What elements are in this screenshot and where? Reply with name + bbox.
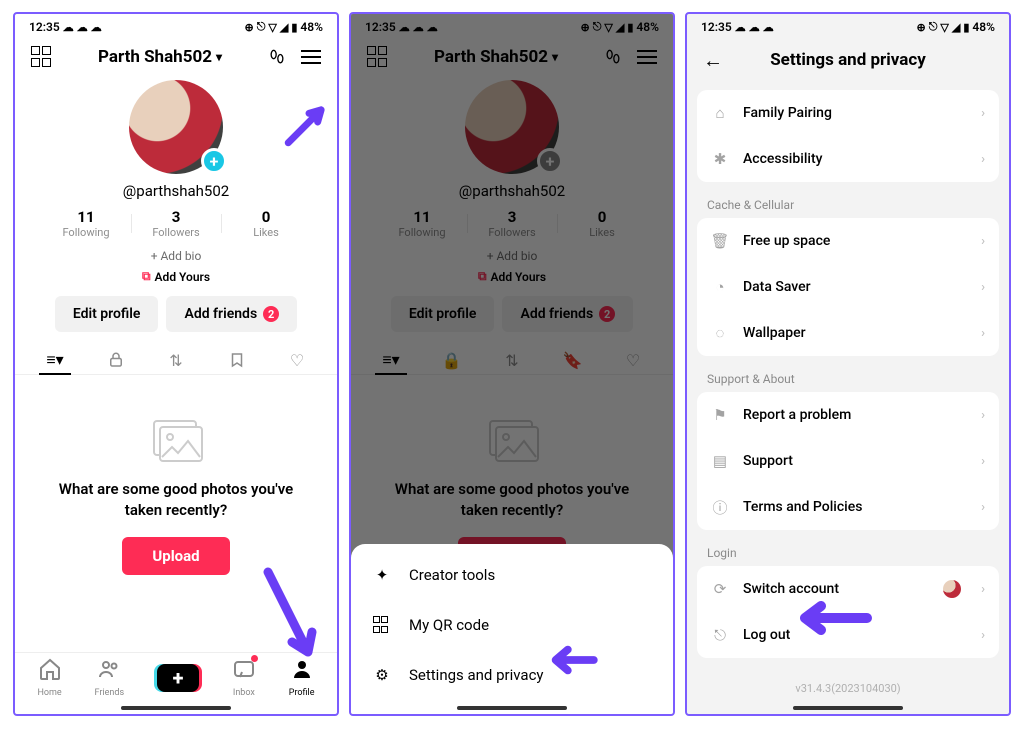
nav-create[interactable]: + (157, 664, 199, 692)
sheet-settings-privacy[interactable]: ⚙ Settings and privacy (351, 650, 673, 700)
stat-followers: 3 Followers (131, 208, 221, 239)
screen-profile: 12:35 ☁☁☁ ⊕⎋▽◢▮ 48% Parth Shah502 ▾ + @p… (13, 12, 339, 716)
stat-likes: 0 Likes (221, 208, 311, 239)
group-login: Login (687, 536, 1009, 566)
wand-icon: ✦ (371, 564, 393, 586)
upload-button[interactable]: Upload (122, 537, 229, 575)
row-free-up-space[interactable]: 🗑 Free up space› (697, 218, 999, 264)
tab-grid[interactable]: ≡▾ (39, 346, 71, 374)
status-bar: 12:35 ☁☁☁ ⊕⎋▽◢▮ 48% (15, 14, 337, 36)
bottom-nav[interactable]: Home Friends + Inbox Profile (15, 652, 337, 698)
back-button[interactable]: ← (703, 48, 723, 73)
status-bar: 12:35☁☁☁ ⊕⎋▽◢▮48% (687, 14, 1009, 36)
home-indicator (793, 706, 903, 710)
stat-following: 11 Following (41, 208, 131, 239)
camera-icon: ⧉ (142, 269, 151, 284)
chevron-down-icon: ▾ (216, 50, 222, 64)
sheet-creator-tools[interactable]: ✦ Creator tools (351, 550, 673, 600)
home-icon: ⌂ (711, 104, 729, 122)
add-story-icon[interactable]: + (201, 148, 227, 174)
row-report-problem[interactable]: ⚑ Report a problem› (697, 392, 999, 438)
find-account-icon[interactable] (31, 46, 53, 68)
add-bio[interactable]: + Add bio (151, 249, 202, 263)
row-support[interactable]: ▤ Support› (697, 438, 999, 484)
nav-friends[interactable]: Friends (95, 657, 125, 698)
wallpaper-icon: ◌ (711, 324, 729, 342)
row-data-saver[interactable]: ◔ Data Saver› (697, 264, 999, 310)
footprint-icon[interactable] (267, 47, 287, 67)
row-accessibility[interactable]: ✱ Accessibility› (697, 136, 999, 182)
logout-icon: ⎋ (711, 626, 729, 644)
tab-liked[interactable]: ♡ (281, 346, 313, 374)
row-terms[interactable]: ⓘ Terms and Policies› (697, 484, 999, 530)
chevron-right-icon: › (981, 106, 985, 121)
stats-row[interactable]: 11 Following 3 Followers 0 Likes (15, 208, 337, 239)
group-cache: Cache & Cellular (687, 188, 1009, 218)
gear-icon: ⚙ (371, 664, 393, 686)
nav-home[interactable]: Home (37, 657, 61, 698)
trash-icon: 🗑 (711, 232, 729, 250)
screen-settings: 12:35☁☁☁ ⊕⎋▽◢▮48% ← Settings and privacy… (685, 12, 1011, 716)
row-family-pairing[interactable]: ⌂ Family Pairing› (697, 90, 999, 136)
version-text: v31.4.3(2023104030) (687, 682, 1009, 695)
drop-icon: ◔ (711, 278, 729, 296)
avatar-thumb (943, 580, 961, 598)
chat-icon: ▤ (711, 452, 729, 470)
tab-private[interactable] (100, 346, 132, 374)
edit-profile-button[interactable]: Edit profile (55, 296, 159, 332)
switch-icon: ⟳ (711, 580, 729, 598)
screen-menu-open: 12:35☁☁☁ ⊕⎋▽◢▮48% Parth Shah502▾ + @part… (349, 12, 675, 716)
tab-reposts[interactable]: ⇅ (160, 346, 192, 374)
sheet-my-qr[interactable]: My QR code (351, 600, 673, 650)
flag-icon: ⚑ (711, 406, 729, 424)
menu-icon[interactable] (301, 50, 321, 64)
tab-saved[interactable] (221, 346, 253, 374)
add-yours[interactable]: ⧉ Add Yours (142, 269, 210, 284)
username[interactable]: @parthshah502 (123, 182, 229, 200)
settings-title: Settings and privacy (770, 50, 926, 70)
add-friends-button[interactable]: Add friends 2 (166, 296, 297, 332)
row-log-out[interactable]: ⎋ Log out› (697, 612, 999, 658)
row-switch-account[interactable]: ⟳ Switch account › (697, 566, 999, 612)
accessibility-icon: ✱ (711, 150, 729, 168)
qr-icon (371, 614, 393, 636)
profile-avatar[interactable]: + (129, 80, 223, 174)
status-battery: 48% (300, 20, 323, 34)
profile-switcher[interactable]: Parth Shah502 ▾ (98, 47, 222, 67)
group-support: Support & About (687, 362, 1009, 392)
notification-dot (251, 655, 258, 662)
status-time: 12:35 (29, 20, 60, 34)
empty-state: What are some good photos you've taken r… (15, 375, 337, 575)
info-icon: ⓘ (711, 498, 729, 516)
nav-inbox[interactable]: Inbox (232, 657, 256, 698)
row-wallpaper[interactable]: ◌ Wallpaper› (697, 310, 999, 356)
menu-sheet: ✦ Creator tools My QR code ⚙ Settings an… (351, 544, 673, 714)
friends-badge: 2 (263, 306, 279, 322)
home-indicator (121, 706, 231, 710)
tutorial-arrow-profile (257, 566, 327, 666)
nav-profile[interactable]: Profile (289, 657, 315, 698)
